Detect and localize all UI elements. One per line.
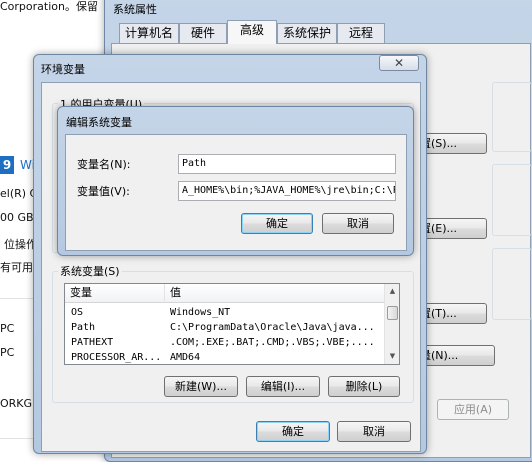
copyright-text: Corporation。保留 xyxy=(0,0,98,13)
delete-variable-button[interactable]: 删除(L) xyxy=(328,376,400,397)
system-variables-label: 系统变量(S) xyxy=(58,263,122,279)
scroll-up-arrow-icon[interactable]: ▲ xyxy=(385,284,399,299)
scroll-down-arrow-icon[interactable]: ▼ xyxy=(385,349,399,364)
cancel-button[interactable]: 取消 xyxy=(337,421,411,442)
row-value: AMD64 xyxy=(170,352,201,363)
row-value: .COM;.EXE;.BAT;.CMD;.VBS;.VBE;.... xyxy=(170,337,375,348)
row-name: OS xyxy=(71,307,84,318)
dialog-ok-button[interactable]: 确定 xyxy=(241,213,313,234)
tab-computer-name[interactable]: 计算机名 xyxy=(119,23,179,43)
edit-variable-button[interactable]: 编辑(I)... xyxy=(246,376,320,397)
close-button[interactable]: ✕ xyxy=(379,55,419,71)
row-name: PROCESSOR_AR... xyxy=(71,352,162,363)
variable-name-label: 变量名(N): xyxy=(77,158,131,171)
list-header: 变量 值 xyxy=(65,284,384,303)
dialog-title: 编辑系统变量 xyxy=(66,116,132,129)
list-scrollbar[interactable]: ▲ ▼ xyxy=(384,284,399,364)
new-variable-button[interactable]: 新建(W)... xyxy=(164,376,238,397)
table-row[interactable]: PROCESSOR_AR... AMD64 xyxy=(65,351,384,364)
tab-advanced[interactable]: 高级 xyxy=(227,20,277,44)
close-icon: ✕ xyxy=(393,56,405,70)
tab-system-protection[interactable]: 系统保护 xyxy=(277,23,337,43)
tab-hardware[interactable]: 硬件 xyxy=(179,23,227,43)
ok-button[interactable]: 确定 xyxy=(256,421,330,442)
edit-system-variable-dialog: 编辑系统变量 变量名(N): Path 变量值(V): A_HOME%\bin;… xyxy=(57,106,414,256)
variable-name-input[interactable]: Path xyxy=(178,154,396,174)
table-row[interactable]: OS Windows_NT xyxy=(65,306,384,320)
row-value: C:\ProgramData\Oracle\Java\java... xyxy=(170,322,375,333)
workgroup-text: ORKG xyxy=(0,397,33,410)
processor-text: el(R) C xyxy=(0,187,38,200)
computer-name-text: PC xyxy=(0,322,15,335)
tab-remote[interactable]: 远程 xyxy=(337,23,385,43)
row-value: Windows_NT xyxy=(170,307,231,318)
column-header-variable[interactable]: 变量 xyxy=(65,284,165,303)
memory-text: 00 GB xyxy=(0,211,34,224)
row-name: PATHEXT xyxy=(71,337,114,348)
apply-button[interactable]: 应用(A) xyxy=(437,399,509,420)
table-row[interactable]: PATHEXT .COM;.EXE;.BAT;.CMD;.VBS;.VBE;..… xyxy=(65,336,384,350)
dialog-client-area: 变量名(N): Path 变量值(V): A_HOME%\bin;%JAVA_H… xyxy=(65,134,407,251)
pen-touch-text: 有可用 xyxy=(0,261,33,274)
row-name: Path xyxy=(71,322,96,333)
table-row[interactable]: Path C:\ProgramData\Oracle\Java\java... xyxy=(65,321,384,335)
group-box xyxy=(492,248,532,320)
column-header-value[interactable]: 值 xyxy=(165,284,386,303)
group-box xyxy=(492,164,532,236)
group-box xyxy=(492,82,532,152)
variable-value-label: 变量值(V): xyxy=(77,185,130,198)
scroll-thumb[interactable] xyxy=(387,306,398,320)
system-variables-list[interactable]: 变量 值 OS Windows_NT Path C:\ProgramData\O… xyxy=(64,283,400,365)
dialog-cancel-button[interactable]: 取消 xyxy=(322,213,394,234)
windows-rating-badge: 9 xyxy=(0,156,14,174)
full-computer-name-text: PC xyxy=(0,346,15,359)
window-title: 环境变量 xyxy=(41,63,85,76)
variable-value-input[interactable]: A_HOME%\bin;%JAVA_HOME%\jre\bin;C:\P xyxy=(178,181,396,201)
window-title: 系统属性 xyxy=(113,3,157,16)
